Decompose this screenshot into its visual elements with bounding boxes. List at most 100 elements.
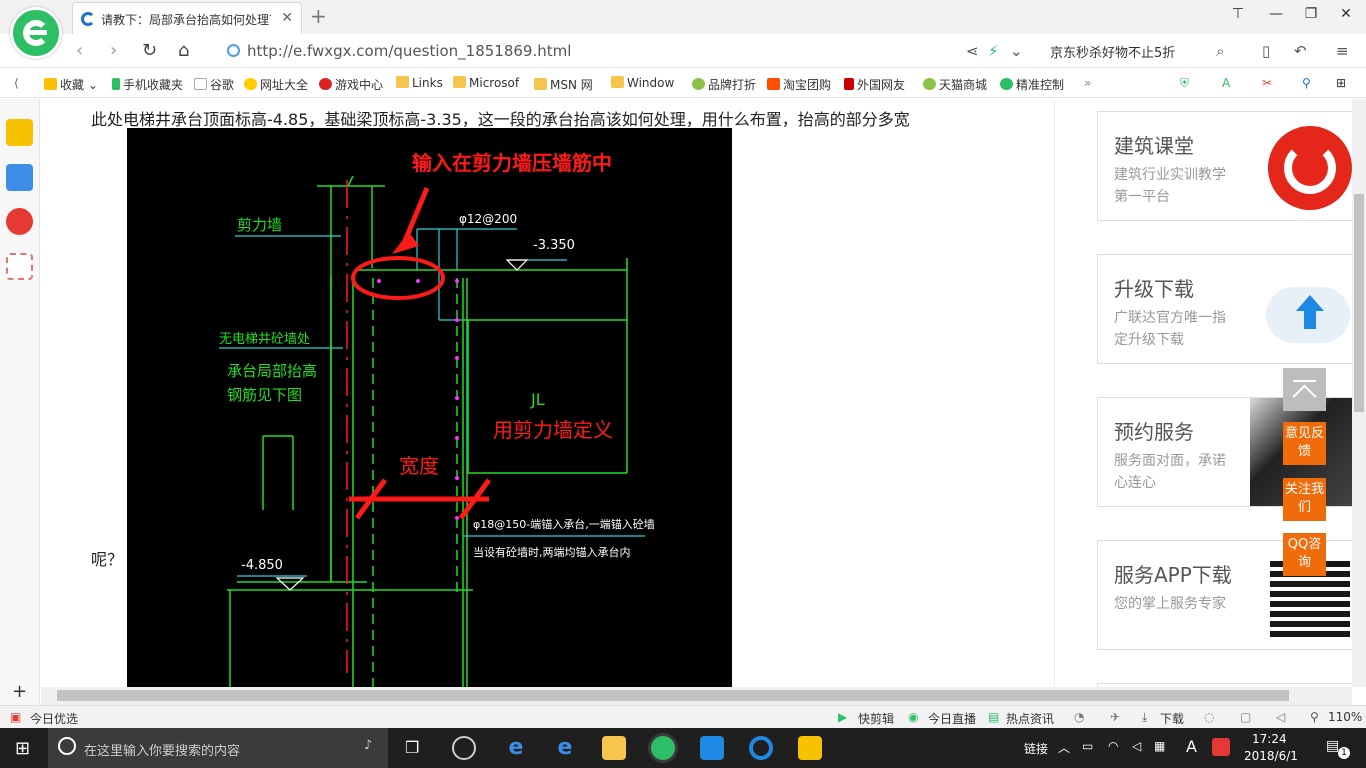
close-tab-icon[interactable]: ✕ [281,10,293,26]
clock-time[interactable]: 17:24 [1252,732,1287,746]
zoom-level[interactable]: 110% [1328,710,1362,724]
taskbar: ⊞ 在这里输入你要搜索的内容 ♪ ❐ e e 链接 ︿ ▭ ◠ ◁ ▦ A 17… [0,728,1366,768]
new-tab-button[interactable]: + [310,4,327,28]
follow-us-button[interactable]: 关注我们 [1283,478,1326,521]
translate-icon[interactable]: A [1222,76,1230,90]
link-label[interactable]: 链接 [1024,740,1048,757]
microphone-icon[interactable]: ♪ [364,738,372,753]
news-icon[interactable] [6,164,33,191]
close-button[interactable]: ✕ [1336,6,1356,22]
bookmark-favorites[interactable]: 收藏 ⌄ [44,76,98,93]
download-icon: ⤓ [1142,710,1148,724]
title-bar: 请教下：局部承台抬高如何处理？ ✕ + ⊤ — ❐ ✕ [0,0,1366,34]
shield-icon[interactable]: ⛨ [1180,76,1189,91]
label-no-elevator-wall: 无电梯井砼墙处 [219,332,311,347]
feedback-button[interactable]: 意见反馈 [1283,422,1326,465]
label-rebar-top: φ12@200 [459,212,518,226]
today-picks[interactable]: 今日优选 [30,710,78,727]
browser-tab[interactable]: 请教下：局部承台抬高如何处理？ ✕ [72,2,302,34]
weibo-icon[interactable] [6,208,33,235]
taobao-icon [767,78,780,90]
minimize-button[interactable]: — [1266,6,1286,22]
task-view-icon[interactable]: ❐ [405,738,419,757]
horizontal-scrollbar[interactable] [41,687,1352,705]
shirt-icon[interactable]: ⊤ [1228,6,1248,22]
back-button[interactable]: ‹ [76,40,83,61]
sogou-icon[interactable] [1212,738,1230,756]
search-input[interactable]: 京东秒杀好物不止5折 [1050,42,1175,61]
bookmark-msn[interactable]: MSN 网 [534,76,593,93]
scroll-thumb[interactable] [1354,194,1364,412]
bookmark-google[interactable]: 谷歌 [194,76,234,93]
window-icon[interactable]: ▢ [1240,710,1251,724]
ad-card-course[interactable]: 建筑课堂 建筑行业实训教学第一平台 [1097,111,1353,221]
glodon-icon[interactable] [749,736,773,760]
app-blue-icon[interactable] [700,736,724,760]
address-bar[interactable]: http://e.fwxgx.com/question_1851869.html [225,39,955,63]
bookmark-games[interactable]: 游戏中心 [319,76,383,93]
home-button[interactable]: ⌂ [178,40,189,61]
ime-indicator[interactable]: A [1186,737,1197,756]
mail-icon[interactable] [6,253,33,280]
bookmark-microsoft[interactable]: Microsof [453,76,519,90]
battery-icon[interactable]: ▭ [1082,739,1093,753]
phone-icon[interactable]: ▯ [1262,42,1270,60]
collapse-icon[interactable]: ⟨ [14,76,19,90]
more-bookmarks-icon[interactable]: » [1084,76,1091,90]
bookmark-tmall[interactable]: 天猫商城 [923,76,987,93]
bookmark-mobile[interactable]: 手机收藏夹 [112,76,183,93]
quick-edit[interactable]: 快剪辑 [858,710,894,727]
bookmark-portal[interactable]: 网址大全 [244,76,308,93]
windows-start-icon[interactable]: ⊞ [15,738,30,759]
favorites-star-icon[interactable] [6,119,33,146]
url-text[interactable]: http://e.fwxgx.com/question_1851869.html [247,42,571,60]
wifi-icon[interactable]: ◠ [1108,739,1118,753]
qq-consult-button[interactable]: QQ咨询 [1283,533,1326,576]
menu-icon[interactable]: ≡ [1336,42,1349,60]
edge-icon[interactable]: e [504,736,528,760]
bookmark-brand[interactable]: 品牌打折 [692,76,756,93]
chevron-down-icon[interactable]: ⌄ [1010,42,1023,60]
speed-icon[interactable]: ◔ [1074,710,1084,724]
bookmark-taobao[interactable]: 淘宝团购 [767,76,831,93]
label-rebar-bottom: φ18@150-端锚入承台,一端锚入砼墙 [473,518,655,531]
scroll-thumb[interactable] [57,690,1289,701]
download-label[interactable]: 下载 [1160,710,1184,727]
keyboard-icon[interactable]: ▦ [1154,739,1165,753]
add-icon[interactable]: + [12,681,27,702]
magnifier-icon[interactable]: ⚲ [1302,76,1311,90]
bookmark-links[interactable]: Links [396,76,443,90]
hot-news[interactable]: 热点资讯 [1006,710,1054,727]
notes-icon[interactable] [798,736,822,760]
file-explorer-icon[interactable] [602,736,626,760]
360-browser-icon[interactable] [651,736,675,760]
bookmark-precision[interactable]: 精准控制 [1000,76,1064,93]
maximize-button[interactable]: ❐ [1301,6,1321,22]
bookmark-foreign[interactable]: 外国网友 [844,76,905,93]
refresh-button[interactable]: ↻ [142,40,157,61]
bookmark-windows[interactable]: Window [611,76,674,90]
scissors-icon[interactable]: ✂ [1262,76,1272,90]
vertical-scrollbar[interactable] [1352,99,1366,687]
taskbar-search[interactable]: 在这里输入你要搜索的内容 ♪ [48,728,388,768]
volume-icon[interactable]: ◁ [1132,739,1141,753]
apps-icon[interactable]: ⊞ [1336,76,1346,90]
taskbar-search-input[interactable]: 在这里输入你要搜索的内容 [84,740,240,759]
undo-icon[interactable]: ↶ [1294,42,1307,60]
volume-icon[interactable]: ◁ [1276,710,1285,724]
browser-logo[interactable] [10,7,62,59]
app-swirl-icon[interactable] [452,736,476,760]
today-live[interactable]: 今日直播 [928,710,976,727]
back-to-top-button[interactable] [1283,368,1326,411]
clock-date[interactable]: 2018/6/1 [1244,749,1298,763]
ad-card-upgrade[interactable]: 升级下载 广联达官方唯一指定升级下载 [1097,254,1353,364]
ad-title: 建筑课堂 [1114,134,1194,158]
pin-icon[interactable]: ✈ [1110,710,1120,724]
lightning-icon[interactable]: ⚡ [988,42,999,60]
share-icon[interactable]: ⋖ [966,42,979,60]
globe-icon[interactable]: ◌ [1204,710,1214,724]
ie-icon[interactable]: e [553,736,577,760]
forward-button[interactable]: › [110,40,117,61]
search-icon[interactable]: ⌕ [1216,42,1224,60]
chevron-up-icon[interactable]: ︿ [1058,739,1070,756]
